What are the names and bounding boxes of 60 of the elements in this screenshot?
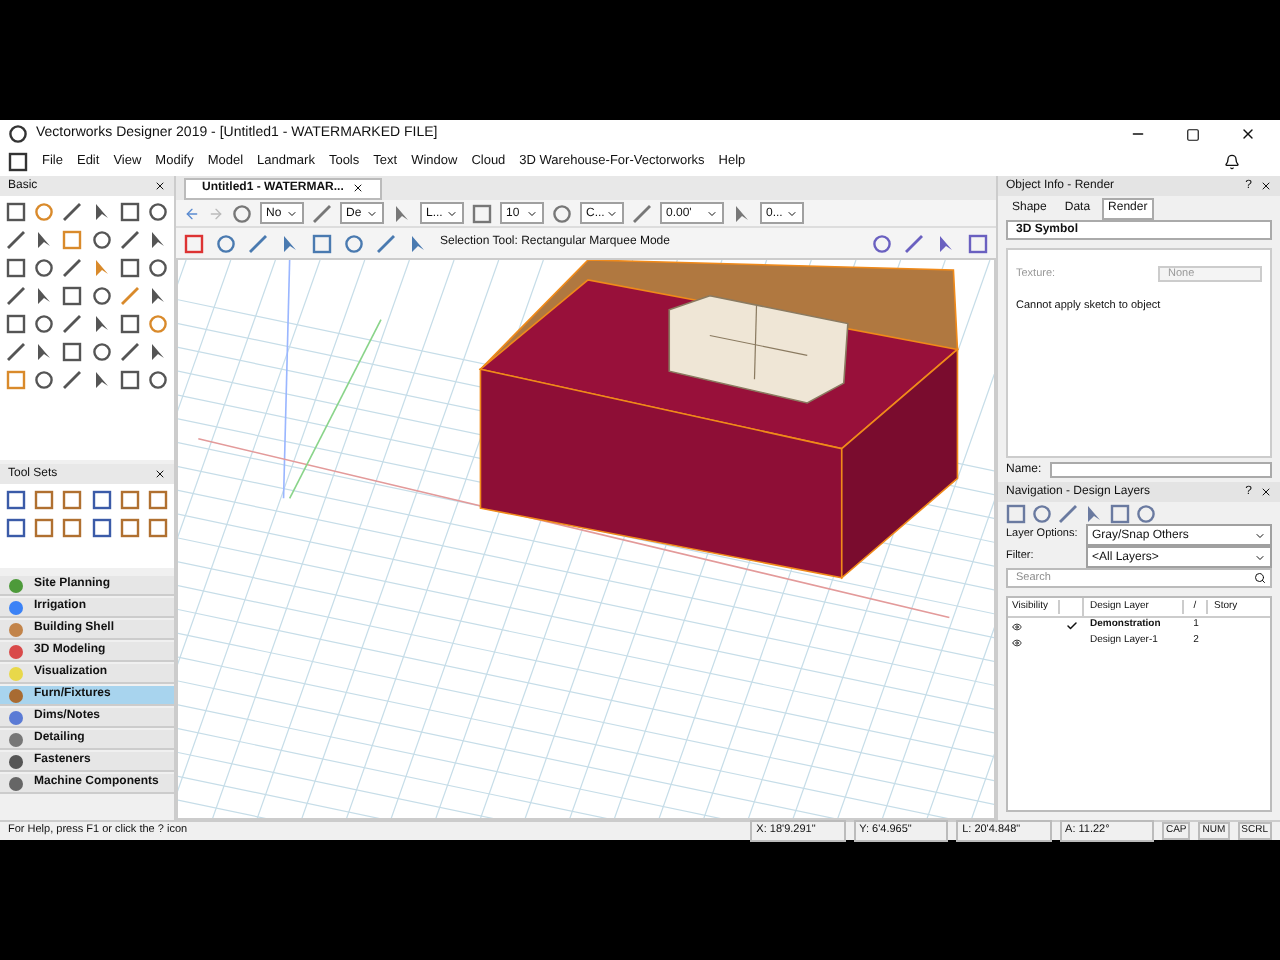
tool-icon[interactable] xyxy=(34,286,55,306)
tool-icon[interactable] xyxy=(119,258,140,278)
tool-icon[interactable] xyxy=(119,230,140,250)
close-icon[interactable] xyxy=(1240,126,1256,142)
view-tool-icon[interactable] xyxy=(312,203,332,223)
caret-icon xyxy=(606,207,618,219)
tool-set-icon[interactable] xyxy=(147,490,168,510)
visibility-icon[interactable] xyxy=(1012,637,1022,647)
search-icon xyxy=(1254,572,1266,584)
close-icon[interactable] xyxy=(154,180,166,192)
caret-icon xyxy=(706,207,718,219)
tool-icon[interactable] xyxy=(62,342,83,362)
tool-set-icon[interactable] xyxy=(34,490,55,510)
tool-icon[interactable] xyxy=(34,230,55,250)
tool-icon[interactable] xyxy=(119,370,140,390)
tool-icon[interactable] xyxy=(119,342,140,362)
maximize-icon[interactable] xyxy=(1186,127,1200,141)
document-icon[interactable] xyxy=(8,152,28,172)
tool-icon[interactable] xyxy=(62,286,83,306)
view-tool-icon[interactable] xyxy=(472,203,492,223)
name-field[interactable] xyxy=(1049,462,1272,478)
tool-set-icon[interactable] xyxy=(119,490,140,510)
caret-icon xyxy=(366,207,378,219)
app-logo-icon xyxy=(8,124,28,144)
tool-icon[interactable] xyxy=(147,230,168,250)
tool-icon[interactable] xyxy=(147,342,168,362)
tool-set-icon[interactable] xyxy=(147,518,168,538)
caret-icon xyxy=(786,207,798,219)
tool-icon[interactable] xyxy=(119,314,140,334)
close-icon[interactable] xyxy=(1260,486,1272,498)
tool-icon[interactable] xyxy=(62,370,83,390)
back-arrow-icon[interactable] xyxy=(184,205,200,221)
bell-icon[interactable] xyxy=(1224,154,1240,170)
tool-icon[interactable] xyxy=(62,258,83,278)
tool-icon[interactable] xyxy=(147,370,168,390)
tool-set-icon[interactable] xyxy=(62,518,83,538)
caret-icon xyxy=(446,207,458,219)
caret-icon xyxy=(526,207,538,219)
view-tool-icon[interactable] xyxy=(632,203,652,223)
close-icon[interactable] xyxy=(1260,180,1272,192)
tool-icon[interactable] xyxy=(147,202,168,222)
tool-icon[interactable] xyxy=(34,314,55,334)
view-tool-icon[interactable] xyxy=(232,203,252,223)
tool-icon[interactable] xyxy=(62,202,83,222)
caret-icon xyxy=(286,207,298,219)
close-icon[interactable] xyxy=(351,182,364,194)
visibility-icon[interactable] xyxy=(1012,621,1022,631)
tool-set-icon[interactable] xyxy=(62,490,83,510)
tool-icon[interactable] xyxy=(147,286,168,306)
tool-icon[interactable] xyxy=(34,370,55,390)
tool-set-icon[interactable] xyxy=(119,518,140,538)
tool-icon[interactable] xyxy=(119,202,140,222)
tool-icon[interactable] xyxy=(147,258,168,278)
tool-icon[interactable] xyxy=(34,258,55,278)
close-icon[interactable] xyxy=(154,468,166,480)
view-tool-icon[interactable] xyxy=(552,203,572,223)
tool-set-icon[interactable] xyxy=(34,518,55,538)
tool-icon[interactable] xyxy=(34,342,55,362)
checkmark-icon xyxy=(1066,620,1078,632)
tool-icon[interactable] xyxy=(62,314,83,334)
